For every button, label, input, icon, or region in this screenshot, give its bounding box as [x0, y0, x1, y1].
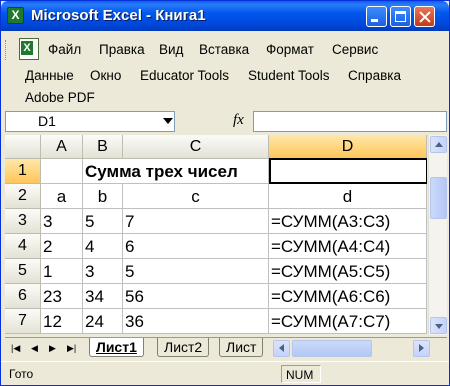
- scroll-left-icon[interactable]: [273, 340, 290, 357]
- first-sheet-icon[interactable]: |◀: [11, 343, 20, 354]
- menu-grip[interactable]: [5, 40, 8, 60]
- status-text: Гото: [9, 367, 34, 381]
- tab-sheet2[interactable]: Лист2: [157, 338, 210, 357]
- cell-c4[interactable]: 6: [123, 234, 269, 259]
- menu-edit[interactable]: Правка: [99, 42, 145, 57]
- horizontal-scrollbar[interactable]: [273, 340, 447, 357]
- menu-adobe-pdf[interactable]: Adobe PDF: [25, 90, 95, 105]
- menu-insert[interactable]: Вставка: [199, 42, 249, 57]
- tab-sheet3[interactable]: Лист: [219, 338, 264, 357]
- title-bar[interactable]: X Microsoft Excel - Книга1: [1, 1, 449, 31]
- num-lock-indicator: NUM: [281, 365, 321, 383]
- prev-sheet-icon[interactable]: ◀: [31, 343, 38, 354]
- vertical-scroll-thumb[interactable]: [430, 177, 447, 219]
- sheet-tab-bar: |◀ ◀ ▶ ▶| Лист1 Лист2 Лист: [5, 337, 447, 359]
- name-box[interactable]: D1: [5, 111, 175, 132]
- menu-view[interactable]: Вид: [159, 42, 183, 57]
- row-header-3[interactable]: 3: [5, 209, 41, 234]
- next-sheet-icon[interactable]: ▶: [49, 343, 56, 354]
- num-lock-text: NUM: [286, 368, 314, 382]
- cell-a3[interactable]: 3: [41, 209, 83, 234]
- status-bar: Гото NUM: [1, 361, 449, 385]
- last-sheet-icon[interactable]: ▶|: [67, 343, 76, 354]
- column-header-b[interactable]: B: [83, 135, 123, 159]
- minimize-button[interactable]: [366, 6, 387, 27]
- name-box-dropdown-icon[interactable]: [163, 118, 173, 124]
- column-header-c[interactable]: C: [123, 135, 269, 159]
- maximize-button[interactable]: [390, 6, 411, 27]
- column-header-a[interactable]: A: [41, 135, 83, 159]
- cell-c3[interactable]: 7: [123, 209, 269, 234]
- active-cell-d1[interactable]: [269, 158, 427, 184]
- workbook-icon[interactable]: [19, 38, 39, 60]
- menu-educator-tools[interactable]: Educator Tools: [140, 68, 229, 83]
- cell-b6[interactable]: 34: [83, 284, 123, 309]
- horizontal-scroll-thumb[interactable]: [292, 340, 372, 357]
- row-header-5[interactable]: 5: [5, 259, 41, 284]
- menu-bar-row-3: Adobe PDF _ ▭ ✕: [1, 87, 449, 190]
- column-header-d[interactable]: D: [269, 135, 427, 159]
- vertical-scrollbar[interactable]: [428, 135, 447, 335]
- menu-file[interactable]: Файл: [48, 42, 81, 57]
- worksheet-grid[interactable]: A B C D 1 2 3 4 5 6 7 Сумма трех чисел a…: [5, 135, 427, 334]
- cell-d5[interactable]: =СУММ(A5:C5): [269, 259, 427, 284]
- cell-c6[interactable]: 56: [123, 284, 269, 309]
- insert-function-icon[interactable]: fx: [233, 112, 244, 129]
- close-button[interactable]: [414, 6, 435, 27]
- select-all-corner[interactable]: [5, 135, 41, 159]
- cell-a5[interactable]: 1: [41, 259, 83, 284]
- menu-student-tools[interactable]: Student Tools: [248, 68, 330, 83]
- cell-d6[interactable]: =СУММ(A6:C6): [269, 284, 427, 309]
- excel-window: X Microsoft Excel - Книга1 Файл Правка В…: [0, 0, 450, 386]
- window-title: Microsoft Excel - Книга1: [31, 7, 206, 24]
- cell-a4[interactable]: 2: [41, 234, 83, 259]
- title-cell-text: Сумма трех чисел: [85, 162, 238, 181]
- row-header-7[interactable]: 7: [5, 309, 41, 334]
- row-header-2[interactable]: 2: [5, 184, 41, 209]
- cell-a1[interactable]: [41, 159, 83, 184]
- formula-bar: D1 fx: [5, 111, 447, 133]
- cell-c7[interactable]: 36: [123, 309, 269, 334]
- menu-window[interactable]: Окно: [90, 68, 121, 83]
- cell-b2[interactable]: b: [83, 184, 123, 209]
- menu-bar-row-2: Данные Окно Educator Tools Student Tools…: [1, 63, 449, 89]
- cell-a2[interactable]: a: [41, 184, 83, 209]
- scroll-up-icon[interactable]: [430, 136, 447, 153]
- cell-b3[interactable]: 5: [83, 209, 123, 234]
- menu-help[interactable]: Справка: [348, 68, 401, 83]
- scroll-down-icon[interactable]: [430, 317, 447, 334]
- cell-c5[interactable]: 5: [123, 259, 269, 284]
- formula-input[interactable]: [253, 111, 447, 132]
- menu-format[interactable]: Формат: [266, 42, 314, 57]
- menu-bar-row-1: Файл Правка Вид Вставка Формат Сервис: [1, 37, 449, 63]
- cell-d3[interactable]: =СУММ(A3:C3): [269, 209, 427, 234]
- scroll-right-icon[interactable]: [413, 340, 430, 357]
- tab-sheet1[interactable]: Лист1: [89, 338, 144, 357]
- cell-a6[interactable]: 23: [41, 284, 83, 309]
- cell-d4[interactable]: =СУММ(A4:C4): [269, 234, 427, 259]
- row-header-4[interactable]: 4: [5, 234, 41, 259]
- cell-b7[interactable]: 24: [83, 309, 123, 334]
- row-header-1[interactable]: 1: [5, 159, 41, 184]
- cell-a7[interactable]: 12: [41, 309, 83, 334]
- cell-c2[interactable]: c: [123, 184, 269, 209]
- excel-app-icon[interactable]: X: [7, 7, 24, 24]
- cell-b5[interactable]: 3: [83, 259, 123, 284]
- menu-data[interactable]: Данные: [25, 68, 74, 83]
- cell-d7[interactable]: =СУММ(A7:C7): [269, 309, 427, 334]
- cell-b4[interactable]: 4: [83, 234, 123, 259]
- row-header-6[interactable]: 6: [5, 284, 41, 309]
- menu-tools[interactable]: Сервис: [332, 42, 378, 57]
- cell-d2[interactable]: d: [269, 184, 427, 209]
